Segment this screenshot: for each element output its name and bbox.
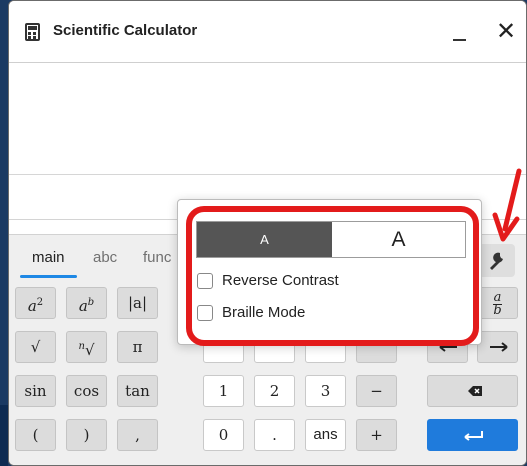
large-text-button[interactable]: A <box>332 222 465 257</box>
background-strip <box>0 405 8 466</box>
abs-key[interactable]: |a| <box>117 287 158 319</box>
pi-key[interactable]: π <box>117 331 158 363</box>
window-title: Scientific Calculator <box>53 22 198 39</box>
close-button[interactable]: ✕ <box>489 15 523 49</box>
text-size-toggle: A A <box>196 221 466 258</box>
backspace-icon <box>468 386 482 396</box>
sin-key[interactable]: sin <box>15 375 56 407</box>
braille-mode-checkbox[interactable] <box>197 305 213 321</box>
reverse-contrast-checkbox[interactable] <box>197 273 213 289</box>
wrench-icon <box>490 252 503 270</box>
minimize-icon[interactable] <box>443 15 477 49</box>
tab-main[interactable]: main <box>20 249 76 278</box>
enter-icon <box>464 431 483 441</box>
decimal-key[interactable]: . <box>254 419 295 451</box>
fraction-key[interactable]: ab <box>477 287 518 319</box>
backspace-key[interactable] <box>427 375 518 407</box>
tan-key[interactable]: tan <box>117 375 158 407</box>
calculator-window: Scientific Calculator ✕ main abc func a2… <box>8 0 527 466</box>
minus-key[interactable]: − <box>356 375 397 407</box>
square-key[interactable]: a2 <box>15 287 56 319</box>
settings-button[interactable] <box>479 244 515 277</box>
ans-key[interactable]: ans <box>305 419 346 451</box>
title-bar: Scientific Calculator ✕ <box>9 1 526 63</box>
tab-functions[interactable]: func <box>143 249 171 266</box>
digit-1-key[interactable]: 1 <box>203 375 244 407</box>
plus-key[interactable]: + <box>356 419 397 451</box>
sqrt-key[interactable]: √ <box>15 331 56 363</box>
small-text-button[interactable]: A <box>197 222 332 257</box>
digit-2-key[interactable]: 2 <box>254 375 295 407</box>
calculator-icon <box>25 23 40 41</box>
tab-abc[interactable]: abc <box>93 249 117 266</box>
nth-root-key[interactable]: n√ <box>66 331 107 363</box>
close-paren-key[interactable]: ) <box>66 419 107 451</box>
braille-mode-label: Braille Mode <box>222 304 306 321</box>
expression-display <box>9 63 526 175</box>
digit-3-key[interactable]: 3 <box>305 375 346 407</box>
comma-key[interactable]: , <box>117 419 158 451</box>
power-key[interactable]: ab <box>66 287 107 319</box>
reverse-contrast-label: Reverse Contrast <box>222 272 339 289</box>
digit-0-key[interactable]: 0 <box>203 419 244 451</box>
right-arrow-icon <box>490 342 508 352</box>
open-paren-key[interactable]: ( <box>15 419 56 451</box>
settings-popup: A A Reverse Contrast Braille Mode <box>177 199 482 345</box>
right-arrow-key[interactable] <box>477 331 518 363</box>
cos-key[interactable]: cos <box>66 375 107 407</box>
enter-key[interactable] <box>427 419 518 451</box>
